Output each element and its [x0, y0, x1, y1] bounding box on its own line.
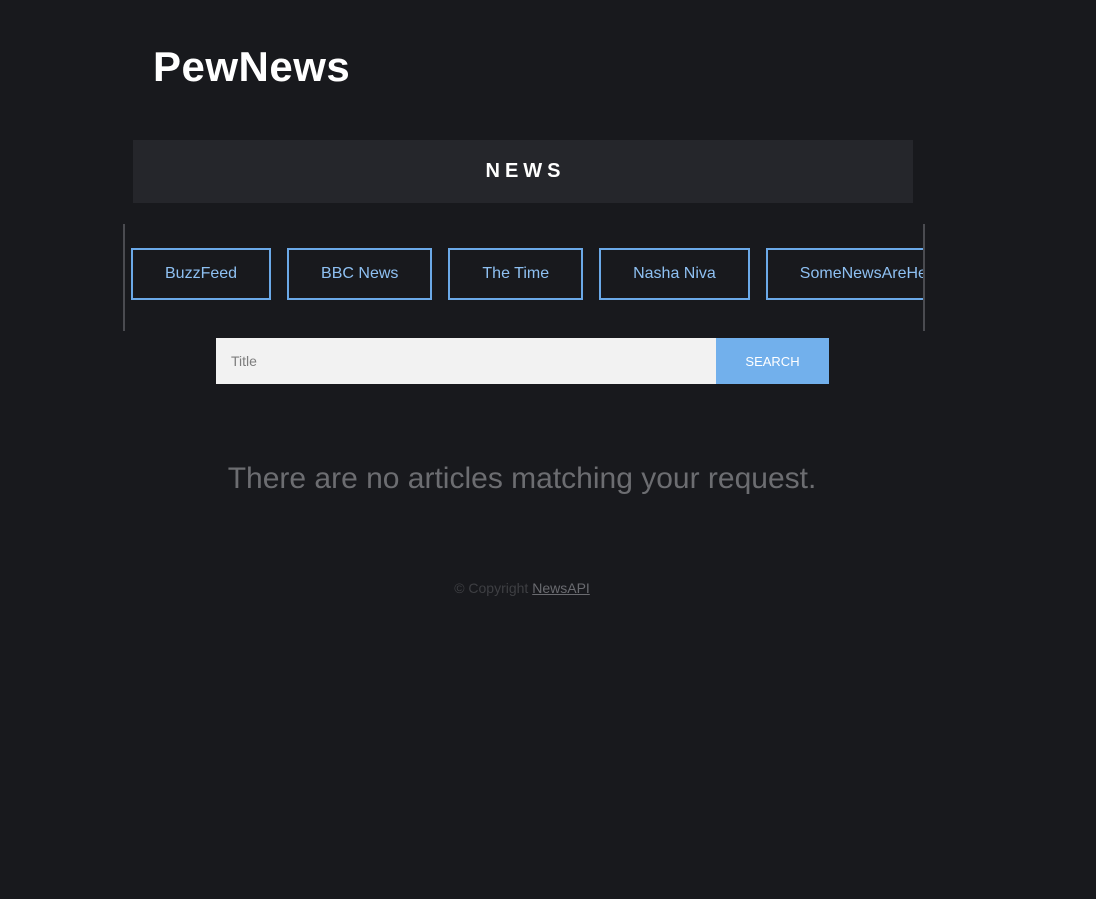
source-button-nasha-niva[interactable]: Nasha Niva: [599, 248, 750, 300]
sources-carousel[interactable]: BuzzFeed BBC News The Time Nasha Niva So…: [123, 224, 925, 331]
footer-copyright: © Copyright: [454, 580, 533, 596]
search-form: SEARCH: [216, 338, 829, 384]
source-button-the-time[interactable]: The Time: [448, 248, 584, 300]
source-button-buzzfeed[interactable]: BuzzFeed: [131, 248, 272, 300]
sources-list: BuzzFeed BBC News The Time Nasha Niva So…: [131, 248, 923, 300]
footer: © Copyright NewsAPI: [0, 580, 1044, 596]
search-button[interactable]: SEARCH: [716, 338, 829, 384]
site-logo[interactable]: PewNews: [153, 44, 350, 90]
source-button-bbc-news[interactable]: BBC News: [287, 248, 433, 300]
footer-newsapi-link[interactable]: NewsAPI: [532, 580, 590, 596]
search-input[interactable]: [216, 338, 716, 384]
empty-results-message: There are no articles matching your requ…: [227, 462, 817, 495]
source-button-somenewsarehere[interactable]: SomeNewsAreHere: [765, 248, 923, 300]
section-title: NEWS: [485, 160, 566, 182]
section-header: NEWS: [133, 140, 913, 203]
